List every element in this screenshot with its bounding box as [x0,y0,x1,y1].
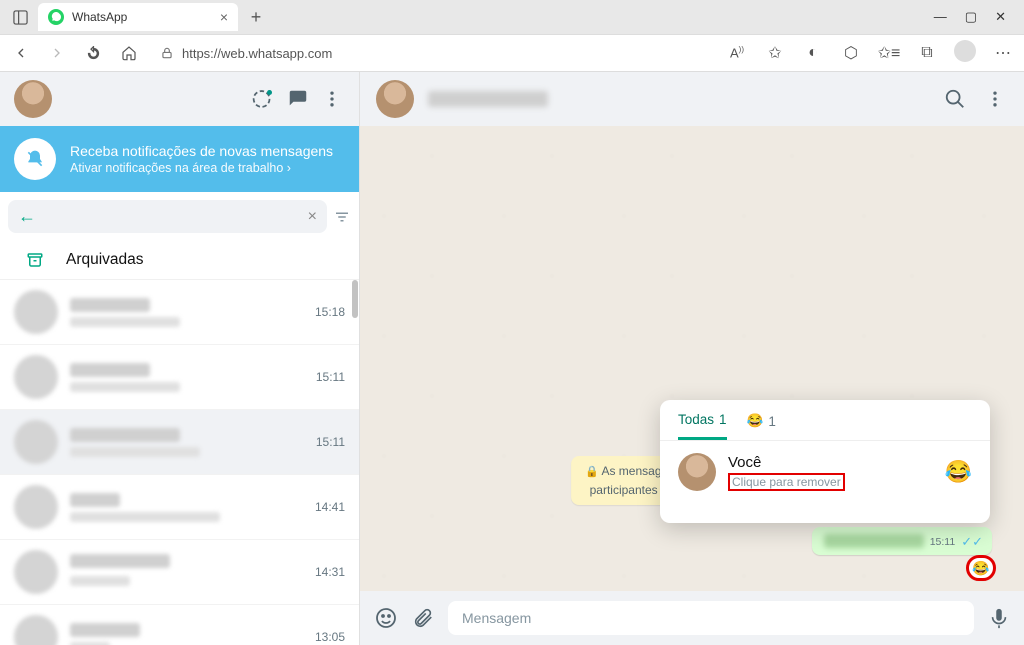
search-in-chat-icon[interactable] [942,86,968,112]
chat-time: 15:18 [315,305,345,319]
chat-time: 14:41 [315,500,345,514]
tab-strip: WhatsApp × + — ▢ ✕ [0,0,1024,34]
sidebar-header [0,72,359,126]
archived-label: Arquivadas [66,251,144,269]
search-back-icon[interactable]: ← [18,206,36,227]
favorites-bar-icon[interactable]: ✩≡ [876,43,902,63]
conversation-panel: 🔒 As mensagens são protegidas com a part… [360,72,1024,645]
chat-time: 15:11 [316,370,345,384]
collections-icon[interactable]: ⧉ [914,44,940,62]
window-controls: — ▢ ✕ [922,9,1018,25]
archived-row[interactable]: Arquivadas [0,241,359,280]
tab-actions-icon[interactable] [6,3,34,31]
chat-avatar [14,615,58,645]
forward-button [44,40,70,66]
new-chat-icon[interactable] [285,86,311,112]
clear-search-icon[interactable]: × [308,208,317,226]
close-window-icon[interactable]: ✕ [995,9,1006,25]
conversation-header[interactable] [360,72,1024,126]
sidebar-menu-icon[interactable] [319,86,345,112]
contact-name [428,91,548,107]
tab-title: WhatsApp [72,10,127,24]
chat-avatar [14,355,58,399]
chat-list[interactable]: 15:18 15:11 15:11 14:41 14:31 [0,280,359,645]
contact-avatar[interactable] [376,80,414,118]
reactions-tab-all[interactable]: Todas 1 [678,412,727,440]
minimize-icon[interactable]: — [934,9,947,25]
attach-icon[interactable] [412,607,434,629]
new-tab-button[interactable]: + [242,7,270,28]
close-tab-icon[interactable]: × [220,9,228,25]
chat-avatar [14,290,58,334]
back-button[interactable] [8,40,34,66]
reactions-popover: Todas 1 😂 1 Você Clique para remover 😂 [660,400,990,523]
chat-avatar [14,550,58,594]
chat-item[interactable]: 13:05 [0,605,359,645]
extension-2-icon[interactable]: ⬡ [838,43,864,63]
archive-icon [26,251,44,269]
browser-actions: A)) ✩ ◐ ⬡ ✩≡ ⧉ ⋯ [724,40,1016,67]
read-ticks-icon: ✓✓ [961,535,983,548]
my-avatar[interactable] [14,80,52,118]
status-icon[interactable] [251,86,277,112]
chat-avatar [14,420,58,464]
whatsapp-favicon-icon [48,9,64,25]
scrollbar-thumb[interactable] [352,280,358,318]
notif-title: Receba notificações de novas mensagens [70,143,333,159]
chat-item[interactable]: 15:11 [0,410,359,475]
notif-action[interactable]: Ativar notificações na área de trabalho … [70,161,333,175]
whatsapp-app: Receba notificações de novas mensagens A… [0,72,1024,645]
url-text: https://web.whatsapp.com [182,46,332,61]
message-text [824,534,924,548]
reaction-row[interactable]: Você Clique para remover 😂 [660,441,990,503]
maximize-icon[interactable]: ▢ [965,9,977,25]
chat-time: 15:11 [316,435,345,449]
message-reaction-badge[interactable]: 😂 [968,557,994,579]
reaction-author: Você [728,454,933,471]
lock-icon: 🔒 [585,466,599,478]
chat-avatar [14,485,58,529]
chat-item[interactable]: 14:31 [0,540,359,605]
favorite-icon[interactable]: ✩ [762,43,788,63]
message-time: 15:11 [930,536,956,548]
conversation-menu-icon[interactable] [982,86,1008,112]
reaction-emoji: 😂 [945,459,972,485]
browser-chrome: WhatsApp × + — ▢ ✕ https://web.whatsapp.… [0,0,1024,72]
filter-icon[interactable] [333,208,351,226]
browser-tab[interactable]: WhatsApp × [38,3,238,31]
reaction-avatar [678,453,716,491]
sidebar: Receba notificações de novas mensagens A… [0,72,360,645]
read-aloud-icon[interactable]: A)) [724,45,750,60]
message-composer: Mensagem [360,591,1024,645]
menu-icon[interactable]: ⋯ [990,43,1016,63]
reactions-tab-emoji[interactable]: 😂 1 [747,412,776,440]
lock-icon [160,46,174,60]
chat-item[interactable]: 15:18 [0,280,359,345]
refresh-button[interactable] [80,40,106,66]
search-row: ← × [0,192,359,241]
chat-item[interactable]: 15:11 [0,345,359,410]
chat-time: 13:05 [315,630,345,644]
home-button[interactable] [116,40,142,66]
notification-banner[interactable]: Receba notificações de novas mensagens A… [0,126,359,192]
chat-time: 14:31 [315,565,345,579]
sent-message[interactable]: 15:11 ✓✓ [812,527,992,555]
chat-item[interactable]: 14:41 [0,475,359,540]
bell-off-icon [14,138,56,180]
remove-reaction-link[interactable]: Clique para remover [728,473,845,491]
reactions-tabs: Todas 1 😂 1 [660,400,990,441]
address-bar: https://web.whatsapp.com A)) ✩ ◐ ⬡ ✩≡ ⧉ … [0,34,1024,72]
url-field[interactable]: https://web.whatsapp.com [152,42,714,65]
profile-icon[interactable] [952,40,978,67]
emoji-picker-icon[interactable] [374,606,398,630]
messages-area[interactable]: 🔒 As mensagens são protegidas com a part… [360,126,1024,591]
message-input[interactable]: Mensagem [448,601,974,635]
voice-message-icon[interactable] [988,607,1010,629]
search-input[interactable]: ← × [8,200,327,233]
extension-icon[interactable]: ◐ [800,44,826,62]
